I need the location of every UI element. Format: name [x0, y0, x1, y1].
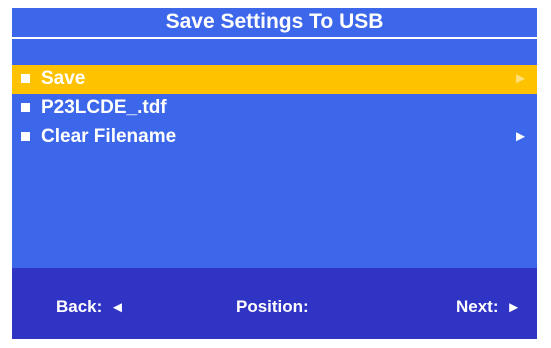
position-label: Position: — [236, 297, 309, 316]
submenu-arrow-icon: ► — [513, 128, 528, 145]
menu-item-label: Save — [41, 68, 86, 89]
menu-item-filename[interactable]: P23LCDE_.tdf — [12, 94, 537, 123]
square-bullet-icon — [21, 132, 30, 141]
menu-item-save[interactable]: Save ► — [12, 65, 537, 94]
square-bullet-icon — [21, 103, 30, 112]
square-bullet-icon — [21, 74, 30, 83]
right-arrow-icon: ► — [506, 299, 522, 316]
menu-item-clear-filename[interactable]: Clear Filename ► — [12, 123, 537, 152]
next-hint[interactable]: Next: ► — [456, 297, 537, 318]
menu-item-label: P23LCDE_.tdf — [41, 97, 167, 118]
submenu-arrow-icon: ► — [513, 70, 528, 87]
position-hint: Position: — [236, 297, 309, 317]
menu-list: Save ► P23LCDE_.tdf Clear Filename ► — [12, 65, 537, 152]
navigation-footer: Back: ◄ Position: Next: ► — [12, 268, 537, 339]
menu-item-label: Clear Filename — [41, 126, 177, 147]
next-label: Next: — [456, 297, 499, 316]
left-arrow-icon: ◄ — [110, 299, 125, 316]
page-title: Save Settings To USB — [12, 8, 537, 39]
back-hint[interactable]: Back: ◄ — [56, 297, 125, 318]
osd-screen: Save Settings To USB Save ► P23LCDE_.tdf… — [12, 8, 537, 339]
back-label: Back: — [56, 297, 103, 316]
